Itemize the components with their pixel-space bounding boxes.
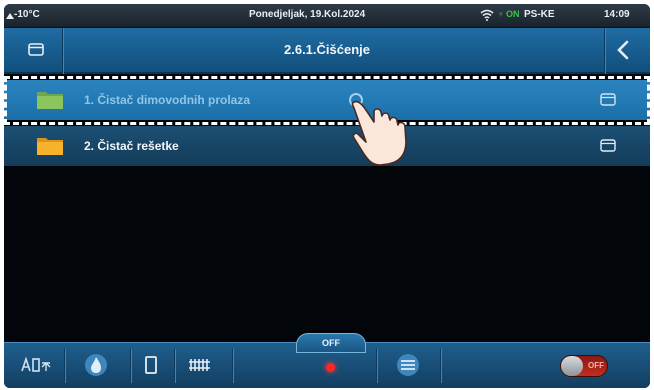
folder-icon [37, 92, 63, 109]
toolbar-divider [130, 349, 131, 383]
menu-lines-icon[interactable] [396, 353, 420, 377]
radiator-icon[interactable] [188, 353, 212, 377]
toolbar-divider [232, 349, 233, 383]
wifi-icon [480, 9, 494, 21]
power-toggle[interactable]: OFF [560, 355, 608, 377]
header-divider [604, 28, 605, 74]
flame-icon[interactable] [84, 353, 108, 377]
device-screen: -10°C Ponedjeljak, 19.Kol.2024 ⚡ ON PS-K… [4, 4, 650, 388]
boiler-icon[interactable] [142, 353, 160, 377]
page-header: 2.6.1.Čišćenje [4, 28, 650, 74]
status-bar: -10°C Ponedjeljak, 19.Kol.2024 ⚡ ON PS-K… [4, 4, 650, 28]
toggle-knob [561, 356, 583, 376]
menu-item-label: 1. Čistač dimovodnih prolaza [84, 93, 251, 107]
toolbar-divider [174, 349, 175, 383]
tap-hand-icon [349, 93, 407, 166]
menu-item-grate-cleaner[interactable]: 2. Čistač rešetke [4, 126, 650, 166]
chevron-left-icon[interactable] [616, 40, 630, 60]
toolbar-divider [376, 349, 377, 383]
menu-item-chimney-cleaner[interactable]: 1. Čistač dimovodnih prolaza [4, 80, 650, 120]
user-label: PS-KE [524, 9, 555, 20]
date-display: Ponedjeljak, 19.Kol.2024 [249, 9, 366, 20]
folder-outline-icon [600, 139, 616, 152]
outdoor-temp: -10°C [14, 9, 40, 20]
bottom-toolbar: OFF OFF [4, 333, 650, 388]
toolbar-divider [440, 349, 441, 383]
page-title: 2.6.1.Čišćenje [284, 42, 370, 57]
menu-item-label: 2. Čistač rešetke [84, 139, 179, 153]
toggle-state-label: OFF [588, 361, 604, 370]
clock: 14:09 [604, 9, 630, 20]
system-mode-icon[interactable] [20, 353, 54, 377]
outdoor-temp-icon [6, 13, 14, 19]
plug-icon: ⚡ [498, 10, 504, 19]
folder-icon [37, 138, 63, 155]
folder-outline-icon [600, 93, 616, 106]
toolbar-divider [64, 349, 65, 383]
mode-status-tab[interactable]: OFF [296, 333, 366, 353]
connection-state: ON [506, 9, 520, 19]
status-indicator-light [326, 363, 335, 372]
